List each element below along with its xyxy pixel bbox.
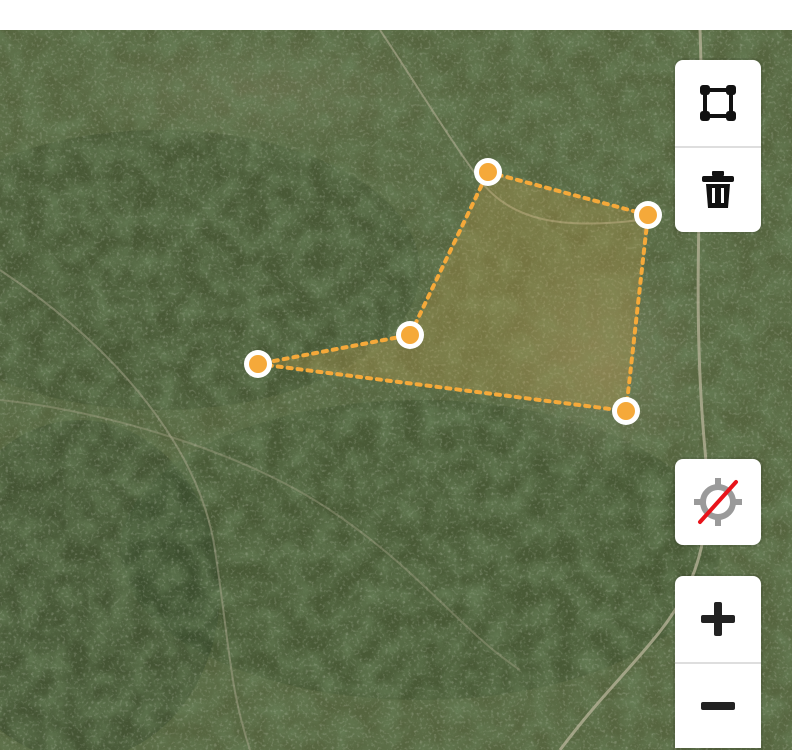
zoom-controls: [675, 576, 761, 748]
geolocate-button[interactable]: [675, 459, 761, 545]
zoom-in-button[interactable]: [675, 576, 761, 662]
draw-polygon-button[interactable]: [675, 60, 761, 146]
polygon-vertex-handle[interactable]: [474, 158, 502, 186]
minus-icon: [698, 686, 738, 726]
geolocate-control: [675, 459, 761, 545]
terrain-speckle: [0, 30, 792, 750]
polygon-vertex-handle[interactable]: [396, 321, 424, 349]
geolocate-disabled-icon: [690, 474, 746, 530]
polygon-vertex-handle[interactable]: [634, 201, 662, 229]
zoom-out-button[interactable]: [675, 662, 761, 748]
polygon-vertex-handle[interactable]: [612, 397, 640, 425]
polygon-vertex-handle[interactable]: [244, 350, 272, 378]
plus-icon: [698, 599, 738, 639]
draw-controls: [675, 60, 761, 232]
delete-button[interactable]: [675, 146, 761, 232]
map-canvas[interactable]: [0, 30, 792, 750]
polygon-draw-icon: [697, 82, 739, 124]
map-app: [0, 0, 792, 750]
trash-icon: [698, 168, 738, 212]
satellite-imagery[interactable]: [0, 30, 792, 750]
